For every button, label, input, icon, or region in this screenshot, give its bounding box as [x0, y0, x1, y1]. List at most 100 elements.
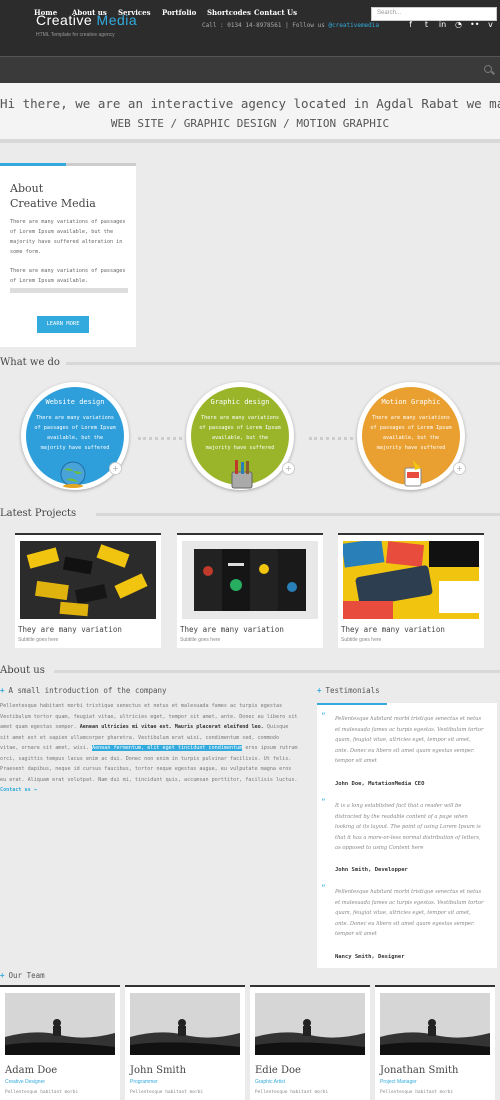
- latest-projects-heading: Latest Projects: [0, 508, 77, 519]
- project-card-2[interactable]: They are many variation Subtitle goes he…: [177, 533, 323, 648]
- intro-paragraph: Pellentesque habitant morbi tristique se…: [0, 703, 298, 793]
- contact-us-link[interactable]: Contact us →: [0, 787, 37, 793]
- service-more-website[interactable]: +: [109, 462, 122, 475]
- intro-heading-text: A small introduction of the company: [8, 686, 167, 695]
- team-photo: [255, 993, 365, 1055]
- team-photo: [380, 993, 490, 1055]
- team-card-edie-doe[interactable]: Edie Doe Graphic Artist Pellentesque hab…: [250, 985, 370, 1100]
- nav-services[interactable]: Services: [118, 8, 151, 17]
- testimonials-heading: + Testimonials: [317, 686, 380, 695]
- service-text-website: There are many variations of passages of…: [34, 415, 116, 451]
- about-title: About: [10, 182, 44, 195]
- paint-bucket-icon: [404, 460, 422, 487]
- about-text-2: There are many variations of passages of…: [10, 268, 126, 284]
- project-image-stickers: [343, 541, 479, 619]
- globe-icon: [60, 461, 86, 488]
- quote-icon: “: [321, 712, 326, 722]
- testimonial-text: Pellentesque habitant morbi tristique se…: [335, 716, 484, 764]
- team-member-text: Pellentesque habitant morbi: [130, 1090, 204, 1095]
- project-subtitle: Subtitle goes here: [180, 637, 221, 643]
- facebook-icon[interactable]: f: [406, 20, 415, 30]
- section-rule: [96, 513, 500, 516]
- intro-heading: + A small introduction of the company: [0, 686, 167, 695]
- service-more-motion[interactable]: +: [453, 462, 466, 475]
- hero-divider: [0, 139, 500, 143]
- team-card-john-smith[interactable]: John Smith Programmer Pellentesque habit…: [125, 985, 245, 1100]
- nav-home[interactable]: Home: [34, 8, 57, 17]
- nav-portfolio[interactable]: Portfolio: [162, 8, 196, 17]
- hero-banner: [0, 83, 500, 143]
- service-title-motion: Motion Graphic: [381, 398, 441, 406]
- section-rule: [54, 670, 500, 673]
- quote-icon: “: [321, 798, 326, 808]
- team-member-name: John Smith: [130, 1065, 187, 1076]
- social-icons: f t in ◔ •• v: [406, 20, 495, 30]
- team-photo: [5, 993, 115, 1055]
- testimonial-author: John Doe, MutationMedia CEO: [335, 781, 425, 787]
- project-image-brochure: [182, 541, 318, 619]
- team-member-text: Pellentesque habitant morbi: [380, 1090, 454, 1095]
- service-more-graphic[interactable]: +: [282, 462, 295, 475]
- project-subtitle: Subtitle goes here: [18, 637, 59, 643]
- service-connector: [309, 437, 353, 440]
- project-title: They are many variation: [18, 625, 122, 634]
- about-subtitle: Creative Media: [10, 197, 96, 210]
- hero-headline: Hi there, we are an interactive agency l…: [0, 96, 500, 111]
- linkedin-icon[interactable]: in: [438, 20, 447, 30]
- team-heading-text: Our Team: [8, 971, 45, 980]
- service-text-motion: There are many variations of passages of…: [370, 415, 452, 451]
- service-connector: [138, 437, 182, 440]
- team-member-text: Pellentesque habitant morbi: [255, 1090, 329, 1095]
- team-member-name: Edie Doe: [255, 1065, 301, 1076]
- vimeo-icon[interactable]: v: [486, 20, 495, 30]
- testimonial-text: Pellentesque habitant morbi tristique se…: [335, 889, 484, 937]
- project-card-1[interactable]: They are many variation Subtitle goes he…: [15, 533, 161, 648]
- main-nav: [0, 56, 500, 83]
- about-divider: [10, 288, 128, 293]
- project-title: They are many variation: [341, 625, 445, 634]
- team-card-adam-doe[interactable]: Adam Doe Creative Designer Pellentesque …: [0, 985, 120, 1100]
- nav-about-us[interactable]: About us: [72, 8, 107, 17]
- service-title-graphic: Graphic design: [210, 398, 270, 406]
- testimonials-heading-text: Testimonials: [325, 686, 380, 695]
- project-card-3[interactable]: They are many variation Subtitle goes he…: [338, 533, 484, 648]
- team-photo: [130, 993, 240, 1055]
- intro-bold-text: Aenean ultricies mi vitae est. Mauris pl…: [79, 724, 264, 730]
- hero-services-line: WEB SITE / GRAPHIC DESIGN / MOTION GRAPH…: [110, 117, 390, 130]
- nav-shortcodes[interactable]: Shortcodes: [207, 8, 251, 17]
- team-heading: + Our Team: [0, 971, 45, 980]
- about-box-accent: [0, 163, 66, 166]
- team-card-jonathan-smith[interactable]: Jonathan Smith Project Manager Pellentes…: [375, 985, 495, 1100]
- twitter-handle-link[interactable]: @creativemedia: [328, 22, 379, 29]
- search-icon[interactable]: [484, 65, 492, 73]
- brush-icon: [231, 460, 253, 489]
- team-member-name: Jonathan Smith: [380, 1065, 459, 1076]
- testimonial-author: John Smith, Developper: [335, 867, 408, 873]
- team-member-role: Programmer: [130, 1079, 158, 1085]
- team-member-role: Creative Designer: [5, 1079, 46, 1085]
- nav-contact-us[interactable]: Contact Us: [254, 8, 297, 17]
- testimonial-author: Nancy Smith, Designer: [335, 954, 405, 960]
- project-title: They are many variation: [180, 625, 284, 634]
- team-member-role: Project Manager: [380, 1079, 417, 1085]
- service-text-graphic: There are many variations of passages of…: [199, 415, 281, 451]
- section-rule: [66, 362, 500, 365]
- search-input[interactable]: Search...: [371, 7, 497, 21]
- team-member-role: Graphic Artist: [255, 1079, 286, 1085]
- what-we-do-heading: What we do: [0, 357, 60, 368]
- rss-icon[interactable]: ◔: [454, 20, 463, 30]
- project-subtitle: Subtitle goes here: [341, 637, 382, 643]
- learn-more-button[interactable]: LEARN MORE: [37, 316, 89, 333]
- project-image-business-cards: [20, 541, 156, 619]
- service-title-website: Website design: [45, 398, 105, 406]
- quote-icon: “: [321, 884, 326, 894]
- testimonials-accent: [317, 703, 387, 705]
- testimonial-text: It is a long established fact that a rea…: [335, 803, 481, 851]
- contact-info: Call : 0134 14-8978561 | Follow us @crea…: [202, 22, 379, 29]
- intro-highlight-text: Aenean fermentum, elit eget tincidunt co…: [92, 745, 243, 751]
- twitter-icon[interactable]: t: [422, 20, 431, 30]
- about-text-1: There are many variations of passages of…: [10, 219, 126, 255]
- team-member-text: Pellentesque habitant morbi: [5, 1090, 79, 1095]
- flickr-icon[interactable]: ••: [470, 20, 479, 30]
- logo-tagline: HTML Template for creative agency: [36, 32, 115, 38]
